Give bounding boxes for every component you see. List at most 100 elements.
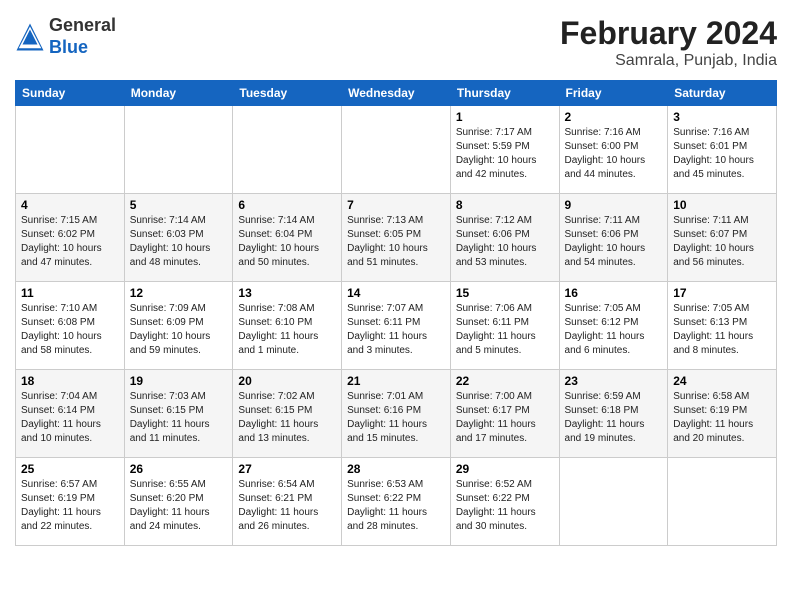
- day-info: Sunrise: 6:57 AM Sunset: 6:19 PM Dayligh…: [21, 478, 119, 534]
- day-info: Sunrise: 6:59 AM Sunset: 6:18 PM Dayligh…: [565, 390, 663, 446]
- day-info: Sunrise: 7:16 AM Sunset: 6:00 PM Dayligh…: [565, 126, 663, 182]
- calendar-cell: [559, 458, 668, 546]
- calendar-cell: 9 Sunrise: 7:11 AM Sunset: 6:06 PM Daylig…: [559, 194, 668, 282]
- calendar-cell: [668, 458, 777, 546]
- calendar-cell: 22Sunrise: 7:00 AM Sunset: 6:17 PM Dayli…: [450, 370, 559, 458]
- day-info: Sunrise: 7:14 AM Sunset: 6:04 PM Dayligh…: [238, 214, 336, 270]
- calendar-cell: 27Sunrise: 6:54 AM Sunset: 6:21 PM Dayli…: [233, 458, 342, 546]
- calendar-cell: 7 Sunrise: 7:13 AM Sunset: 6:05 PM Daylig…: [342, 194, 451, 282]
- day-number: 22: [456, 374, 554, 388]
- calendar-cell: 21 Sunrise: 7:01 AM Sunset: 6:16 PM Dayli…: [342, 370, 451, 458]
- header-tuesday: Tuesday: [233, 81, 342, 106]
- calendar-cell: 12Sunrise: 7:09 AM Sunset: 6:09 PM Dayli…: [124, 282, 233, 370]
- day-number: 23: [565, 374, 663, 388]
- calendar-cell: 17 Sunrise: 7:05 AM Sunset: 6:13 PM Dayli…: [668, 282, 777, 370]
- day-info: Sunrise: 7:05 AM Sunset: 6:12 PM Dayligh…: [565, 302, 663, 358]
- day-number: 16: [565, 286, 663, 300]
- calendar-cell: 23 Sunrise: 6:59 AM Sunset: 6:18 PM Dayli…: [559, 370, 668, 458]
- day-number: 24: [673, 374, 771, 388]
- logo-icon: [15, 22, 45, 52]
- calendar-cell: 1 Sunrise: 7:17 AM Sunset: 5:59 PM Daylig…: [450, 106, 559, 194]
- day-number: 2: [565, 110, 663, 124]
- header-saturday: Saturday: [668, 81, 777, 106]
- header: General Blue February 2024 Samrala, Punj…: [15, 15, 777, 70]
- day-info: Sunrise: 7:11 AM Sunset: 6:06 PM Dayligh…: [565, 214, 663, 270]
- calendar-body: 1 Sunrise: 7:17 AM Sunset: 5:59 PM Daylig…: [16, 106, 777, 546]
- calendar-week-row: 1 Sunrise: 7:17 AM Sunset: 5:59 PM Daylig…: [16, 106, 777, 194]
- day-info: Sunrise: 6:53 AM Sunset: 6:22 PM Dayligh…: [347, 478, 445, 534]
- day-number: 9: [565, 198, 663, 212]
- calendar-cell: 20 Sunrise: 7:02 AM Sunset: 6:15 PM Dayli…: [233, 370, 342, 458]
- calendar-cell: [124, 106, 233, 194]
- month-title: February 2024: [560, 15, 777, 52]
- weekday-header-row: Sunday Monday Tuesday Wednesday Thursday…: [16, 81, 777, 106]
- calendar-table: Sunday Monday Tuesday Wednesday Thursday…: [15, 80, 777, 546]
- day-info: Sunrise: 7:14 AM Sunset: 6:03 PM Dayligh…: [130, 214, 228, 270]
- day-info: Sunrise: 7:11 AM Sunset: 6:07 PM Dayligh…: [673, 214, 771, 270]
- logo: General Blue: [15, 15, 116, 58]
- day-number: 26: [130, 462, 228, 476]
- day-number: 21: [347, 374, 445, 388]
- calendar-cell: 16 Sunrise: 7:05 AM Sunset: 6:12 PM Dayli…: [559, 282, 668, 370]
- calendar-cell: 10 Sunrise: 7:11 AM Sunset: 6:07 PM Dayli…: [668, 194, 777, 282]
- header-friday: Friday: [559, 81, 668, 106]
- day-number: 15: [456, 286, 554, 300]
- day-number: 18: [21, 374, 119, 388]
- day-number: 6: [238, 198, 336, 212]
- calendar-cell: 25 Sunrise: 6:57 AM Sunset: 6:19 PM Dayli…: [16, 458, 125, 546]
- day-number: 25: [21, 462, 119, 476]
- calendar-cell: 28Sunrise: 6:53 AM Sunset: 6:22 PM Dayli…: [342, 458, 451, 546]
- calendar-cell: 15 Sunrise: 7:06 AM Sunset: 6:11 PM Dayli…: [450, 282, 559, 370]
- calendar-cell: 4 Sunrise: 7:15 AM Sunset: 6:02 PM Daylig…: [16, 194, 125, 282]
- header-wednesday: Wednesday: [342, 81, 451, 106]
- calendar-week-row: 25 Sunrise: 6:57 AM Sunset: 6:19 PM Dayli…: [16, 458, 777, 546]
- calendar-week-row: 4 Sunrise: 7:15 AM Sunset: 6:02 PM Daylig…: [16, 194, 777, 282]
- day-info: Sunrise: 7:01 AM Sunset: 6:16 PM Dayligh…: [347, 390, 445, 446]
- day-info: Sunrise: 7:17 AM Sunset: 5:59 PM Dayligh…: [456, 126, 554, 182]
- calendar-week-row: 18Sunrise: 7:04 AM Sunset: 6:14 PM Dayli…: [16, 370, 777, 458]
- day-number: 8: [456, 198, 554, 212]
- day-number: 3: [673, 110, 771, 124]
- calendar-cell: 29Sunrise: 6:52 AM Sunset: 6:22 PM Dayli…: [450, 458, 559, 546]
- day-info: Sunrise: 7:12 AM Sunset: 6:06 PM Dayligh…: [456, 214, 554, 270]
- calendar-cell: 18Sunrise: 7:04 AM Sunset: 6:14 PM Dayli…: [16, 370, 125, 458]
- calendar-cell: [342, 106, 451, 194]
- day-info: Sunrise: 7:15 AM Sunset: 6:02 PM Dayligh…: [21, 214, 119, 270]
- calendar-cell: 24Sunrise: 6:58 AM Sunset: 6:19 PM Dayli…: [668, 370, 777, 458]
- day-number: 10: [673, 198, 771, 212]
- day-info: Sunrise: 7:05 AM Sunset: 6:13 PM Dayligh…: [673, 302, 771, 358]
- calendar-cell: 3 Sunrise: 7:16 AM Sunset: 6:01 PM Daylig…: [668, 106, 777, 194]
- calendar-week-row: 11 Sunrise: 7:10 AM Sunset: 6:08 PM Dayli…: [16, 282, 777, 370]
- day-info: Sunrise: 7:10 AM Sunset: 6:08 PM Dayligh…: [21, 302, 119, 358]
- day-number: 5: [130, 198, 228, 212]
- calendar-cell: [16, 106, 125, 194]
- header-sunday: Sunday: [16, 81, 125, 106]
- header-thursday: Thursday: [450, 81, 559, 106]
- day-number: 4: [21, 198, 119, 212]
- calendar-cell: 13Sunrise: 7:08 AM Sunset: 6:10 PM Dayli…: [233, 282, 342, 370]
- day-info: Sunrise: 7:07 AM Sunset: 6:11 PM Dayligh…: [347, 302, 445, 358]
- day-number: 12: [130, 286, 228, 300]
- location-title: Samrala, Punjab, India: [560, 52, 777, 70]
- day-info: Sunrise: 6:52 AM Sunset: 6:22 PM Dayligh…: [456, 478, 554, 534]
- day-info: Sunrise: 7:06 AM Sunset: 6:11 PM Dayligh…: [456, 302, 554, 358]
- calendar-header: Sunday Monday Tuesday Wednesday Thursday…: [16, 81, 777, 106]
- calendar-cell: 11 Sunrise: 7:10 AM Sunset: 6:08 PM Dayli…: [16, 282, 125, 370]
- day-number: 17: [673, 286, 771, 300]
- logo-text: General Blue: [49, 15, 116, 58]
- day-info: Sunrise: 7:02 AM Sunset: 6:15 PM Dayligh…: [238, 390, 336, 446]
- calendar-cell: 8 Sunrise: 7:12 AM Sunset: 6:06 PM Daylig…: [450, 194, 559, 282]
- day-number: 7: [347, 198, 445, 212]
- day-number: 27: [238, 462, 336, 476]
- calendar-cell: 19 Sunrise: 7:03 AM Sunset: 6:15 PM Dayli…: [124, 370, 233, 458]
- calendar-cell: 2 Sunrise: 7:16 AM Sunset: 6:00 PM Daylig…: [559, 106, 668, 194]
- day-info: Sunrise: 7:03 AM Sunset: 6:15 PM Dayligh…: [130, 390, 228, 446]
- day-number: 14: [347, 286, 445, 300]
- day-number: 19: [130, 374, 228, 388]
- calendar-cell: [233, 106, 342, 194]
- day-info: Sunrise: 7:13 AM Sunset: 6:05 PM Dayligh…: [347, 214, 445, 270]
- day-number: 1: [456, 110, 554, 124]
- day-number: 20: [238, 374, 336, 388]
- day-number: 11: [21, 286, 119, 300]
- day-info: Sunrise: 7:16 AM Sunset: 6:01 PM Dayligh…: [673, 126, 771, 182]
